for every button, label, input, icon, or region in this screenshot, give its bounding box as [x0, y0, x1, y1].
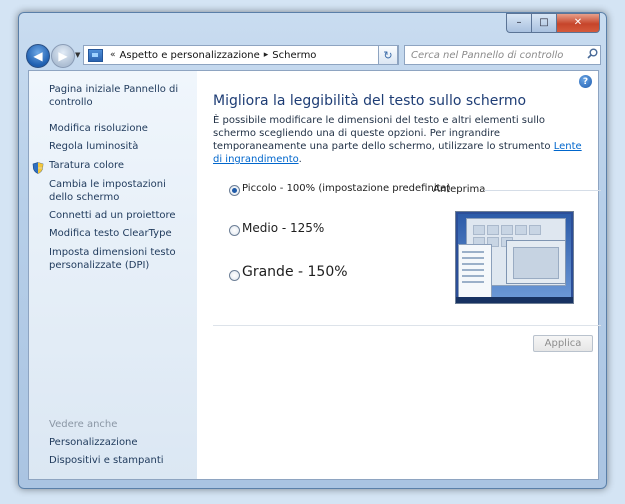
content-area: Pagina iniziale Pannello di controllo Mo…: [28, 70, 601, 480]
preview-label: Anteprima: [433, 184, 486, 195]
breadcrumb-overflow[interactable]: «: [110, 50, 116, 60]
apply-button[interactable]: Applica: [533, 335, 593, 352]
minimize-button[interactable]: –: [506, 13, 532, 33]
breadcrumb-display[interactable]: Schermo: [272, 50, 316, 61]
intro-end: .: [298, 154, 302, 165]
search-box[interactable]: Cerca nel Pannello di controllo: [404, 45, 601, 65]
intro-text: È possibile modificare le dimensioni del…: [213, 114, 583, 166]
sidebar: Pagina iniziale Pannello di controllo Mo…: [29, 71, 197, 479]
bottom-divider: [213, 325, 601, 326]
page-title: Migliora la leggibilità del testo sullo …: [213, 93, 527, 109]
sidebar-item-adjust-brightness[interactable]: Regola luminosità: [49, 140, 189, 153]
sidebar-item-custom-dpi[interactable]: Imposta dimensioni testo personalizzate …: [49, 246, 189, 272]
breadcrumb-appearance[interactable]: Aspetto e personalizzazione: [120, 50, 260, 61]
see-also-heading: Vedere anche: [49, 419, 118, 430]
sidebar-item-change-display-settings[interactable]: Cambia le impostazioni dello schermo: [49, 178, 189, 204]
sidebar-item-control-panel-home[interactable]: Pagina iniziale Pannello di controllo: [49, 83, 189, 109]
option-large-label[interactable]: Grande - 150%: [242, 264, 348, 280]
control-panel-window: – □ ✕ ◀ ▶ ▼ « Aspetto e personalizzazion…: [18, 12, 607, 489]
sidebar-item-cleartype[interactable]: Modifica testo ClearType: [49, 227, 189, 240]
preview-divider: [484, 190, 601, 191]
search-icon[interactable]: [584, 48, 600, 62]
search-input[interactable]: Cerca nel Pannello di controllo: [405, 50, 584, 61]
main-panel: ? Migliora la leggibilità del testo sull…: [197, 71, 601, 479]
radio-small[interactable]: [229, 185, 240, 196]
address-bar[interactable]: « Aspetto e personalizzazione ▸ Schermo …: [83, 45, 399, 65]
shield-icon: [32, 162, 44, 174]
control-panel-icon: [88, 48, 103, 62]
sidebar-item-change-resolution[interactable]: Modifica risoluzione: [49, 122, 189, 135]
intro-body: È possibile modificare le dimensioni del…: [213, 115, 554, 152]
recent-pages-button[interactable]: ▼: [75, 51, 80, 59]
radio-large[interactable]: [229, 270, 240, 281]
back-button[interactable]: ◀: [26, 44, 50, 68]
sidebar-item-personalization[interactable]: Personalizzazione: [49, 436, 189, 449]
caption-buttons: – □ ✕: [506, 13, 600, 33]
sidebar-item-connect-projector[interactable]: Connetti ad un proiettore: [49, 209, 189, 222]
forward-button[interactable]: ▶: [51, 44, 75, 68]
option-medium-label[interactable]: Medio - 125%: [242, 221, 324, 235]
help-icon[interactable]: ?: [579, 75, 592, 88]
sidebar-item-calibrate-color[interactable]: Taratura colore: [49, 159, 189, 172]
maximize-button[interactable]: □: [532, 13, 557, 33]
breadcrumb-separator-icon[interactable]: ▸: [264, 50, 269, 60]
radio-medium[interactable]: [229, 225, 240, 236]
sidebar-item-devices-printers[interactable]: Dispositivi e stampanti: [49, 454, 189, 467]
close-button[interactable]: ✕: [557, 13, 600, 33]
refresh-button[interactable]: ↻: [378, 45, 398, 65]
option-small-label[interactable]: Piccolo - 100% (impostazione predefinita…: [242, 183, 451, 194]
preview-image: [455, 211, 574, 304]
